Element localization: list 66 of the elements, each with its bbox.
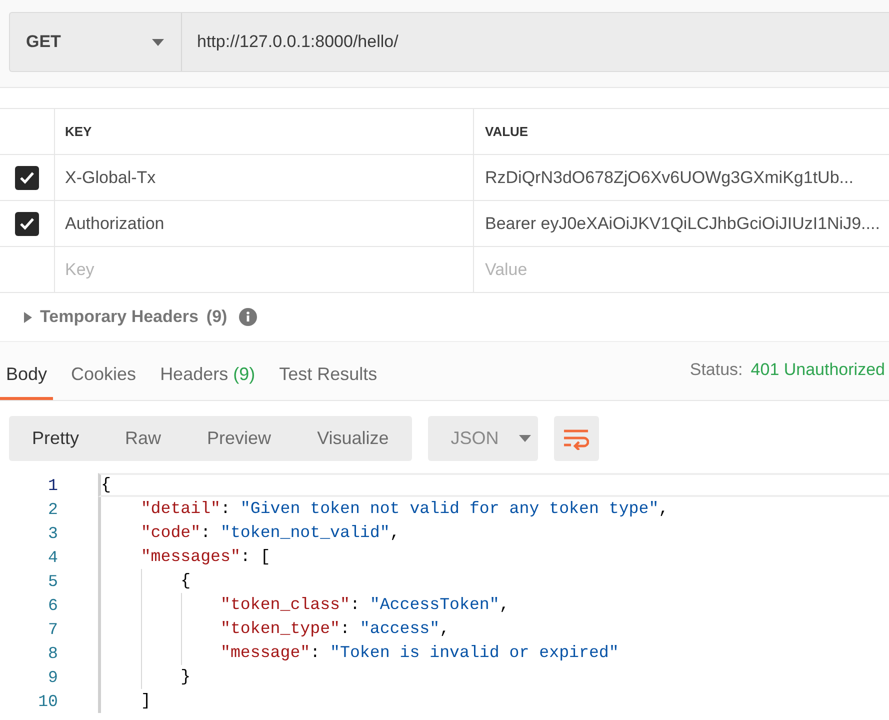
json-string: "token_not_valid" [220, 523, 390, 542]
json-punctuation: : [310, 643, 322, 662]
json-key: "detail" [101, 499, 220, 518]
json-punctuation: , [440, 619, 450, 638]
column-header: VALUE [485, 124, 528, 139]
status-label: Status: [690, 360, 743, 380]
json-punctuation: : [220, 499, 232, 518]
json-key: "token_class" [101, 595, 350, 614]
method-dropdown[interactable]: GET [10, 13, 182, 71]
json-punctuation: } [180, 667, 191, 686]
view-mode-option[interactable]: Pretty [9, 416, 102, 461]
line-number: 7 [47, 620, 59, 638]
checkbox[interactable] [15, 166, 39, 190]
check-icon [19, 170, 35, 184]
json-punctuation: : [ [240, 547, 270, 566]
json-punctuation: { [101, 475, 111, 494]
header-key[interactable]: Authorization [65, 214, 164, 234]
json-punctuation: ] [140, 691, 151, 710]
wrap-lines-button[interactable] [554, 416, 599, 461]
line-number: 6 [47, 596, 59, 614]
expand-arrow-icon[interactable] [24, 312, 32, 322]
view-mode-option[interactable]: Raw [102, 416, 184, 461]
json-punctuation: , [658, 499, 669, 518]
response-tab[interactable]: Body [0, 364, 54, 400]
header-value[interactable]: RzDiQrN3dO678ZjO6Xv6UOWg3GXmiKg1tUb... [485, 168, 854, 188]
check-icon [19, 216, 35, 230]
line-number: 8 [47, 644, 59, 662]
json-punctuation: , [390, 523, 400, 542]
json-key: "token_type" [101, 619, 340, 638]
json-punctuation: : [200, 523, 212, 542]
line-number: 1 [47, 476, 59, 494]
wrap-icon [563, 428, 590, 450]
json-punctuation: , [499, 595, 510, 614]
view-mode-option[interactable]: Preview [184, 416, 294, 461]
json-key: "messages" [101, 547, 240, 566]
checkbox[interactable] [15, 212, 39, 236]
response-tab[interactable]: Headers (9) [154, 364, 262, 400]
info-icon[interactable] [239, 308, 258, 326]
header-count: (9) [206, 307, 228, 327]
line-number: 2 [47, 500, 59, 518]
json-punctuation: : [340, 619, 351, 638]
json-string: "AccessToken" [370, 595, 500, 614]
response-tab[interactable]: Cookies [65, 364, 142, 400]
format-dropdown[interactable]: JSON [428, 416, 538, 461]
view-mode-option[interactable]: Visualize [294, 416, 412, 461]
url-field[interactable]: http://127.0.0.1:8000/hello/ [182, 13, 889, 71]
json-string: "Given token not valid for any token type" [240, 499, 659, 518]
caret-icon [518, 435, 531, 442]
response-tab[interactable]: Test Results [273, 364, 384, 400]
line-number: 5 [47, 572, 59, 590]
json-key: "message" [101, 643, 310, 662]
json-punctuation: : [350, 595, 361, 614]
caret-icon [152, 38, 164, 46]
line-number: 3 [47, 524, 59, 542]
line-number: 4 [47, 548, 59, 566]
json-key: "code" [101, 523, 201, 542]
section-title[interactable]: Temporary Headers [40, 307, 198, 327]
column-header: KEY [65, 124, 92, 139]
header-value[interactable]: Bearer eyJ0eXAiOiJKV1QiLCJhbGciOiJIUzI1NiJ9.... [485, 214, 880, 234]
line-number: 10 [37, 692, 59, 710]
json-punctuation: { [180, 571, 191, 590]
status-value: 401 Unauthorized [750, 360, 885, 380]
json-string: "Token is invalid or expired" [330, 643, 619, 662]
json-string: "access" [360, 619, 440, 638]
line-number: 9 [47, 668, 59, 686]
header-key[interactable]: X-Global-Tx [65, 168, 156, 188]
